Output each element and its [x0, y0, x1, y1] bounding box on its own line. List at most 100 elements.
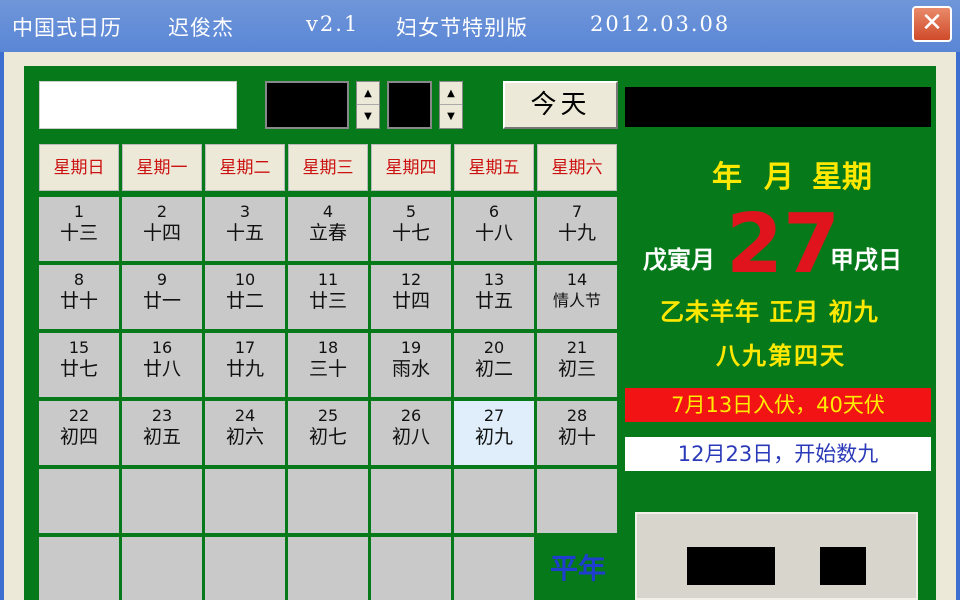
day-cell[interactable]: 8 廿十: [39, 265, 119, 329]
day-cell[interactable]: 27 初九: [454, 401, 534, 465]
lunar-day: 初三: [557, 358, 596, 380]
day-cell[interactable]: 18 三十: [288, 333, 368, 397]
day-number: 13: [483, 270, 505, 289]
shujiu-banner: 12月23日，开始数九: [625, 437, 931, 471]
edition-label: 妇女节特别版: [396, 16, 528, 40]
day-cell[interactable]: 4 立春: [288, 197, 368, 261]
day-number: 9: [156, 270, 168, 289]
day-cell[interactable]: 25 初七: [288, 401, 368, 465]
day-number: 11: [317, 270, 339, 289]
day-number: 1: [73, 202, 85, 221]
day-cell[interactable]: 5 十七: [371, 197, 451, 261]
year-spinner[interactable]: ▲ ▼: [356, 81, 380, 129]
day-number: 10: [234, 270, 256, 289]
empty-day-cell[interactable]: [288, 469, 368, 533]
weekday-header: 星期二: [205, 144, 285, 191]
month-spinner[interactable]: ▲ ▼: [439, 81, 463, 129]
year-up-arrow-icon[interactable]: ▲: [357, 82, 379, 105]
day-cell[interactable]: 16 廿八: [122, 333, 202, 397]
day-cell[interactable]: 20 初二: [454, 333, 534, 397]
day-cell[interactable]: 14 情人节: [537, 265, 617, 329]
empty-day-cell[interactable]: [454, 537, 534, 600]
weekday-label: 星期: [812, 160, 872, 195]
day-cell[interactable]: 1 十三: [39, 197, 119, 261]
empty-day-cell[interactable]: [454, 469, 534, 533]
empty-day-cell[interactable]: [122, 537, 202, 600]
lunar-day: 廿七: [59, 358, 98, 380]
month-up-arrow-icon[interactable]: ▲: [440, 82, 462, 105]
day-cell[interactable]: 26 初八: [371, 401, 451, 465]
day-number: 24: [234, 406, 256, 425]
day-cell[interactable]: 11 廿三: [288, 265, 368, 329]
day-number: 23: [151, 406, 173, 425]
year-input[interactable]: [265, 81, 349, 129]
close-icon: ✕: [921, 8, 943, 38]
day-cell[interactable]: 3 十五: [205, 197, 285, 261]
weekday-header: 星期五: [454, 144, 534, 191]
empty-day-cell[interactable]: [371, 469, 451, 533]
day-cell[interactable]: 24 初六: [205, 401, 285, 465]
day-cell[interactable]: 21 初三: [537, 333, 617, 397]
month-down-arrow-icon[interactable]: ▼: [440, 105, 462, 128]
lunar-day: 立春: [308, 222, 347, 244]
lunar-day: 廿二: [225, 290, 264, 312]
lunar-day: 十七: [391, 222, 430, 244]
empty-day-cell[interactable]: [122, 469, 202, 533]
day-number: 22: [68, 406, 90, 425]
date-header: 年 月 星期: [660, 152, 920, 195]
empty-day-cell[interactable]: [39, 469, 119, 533]
lunar-day: 初九: [474, 426, 513, 448]
day-cell[interactable]: 12 廿四: [371, 265, 451, 329]
today-button[interactable]: 今天: [503, 81, 618, 129]
empty-day-cell[interactable]: [39, 537, 119, 600]
big-day-number: 27: [726, 197, 841, 292]
lunar-day: 十八: [474, 222, 513, 244]
lunar-day: 廿四: [391, 290, 430, 312]
lunar-day: 十四: [142, 222, 181, 244]
day-cell[interactable]: 2 十四: [122, 197, 202, 261]
weekday-header: 星期一: [122, 144, 202, 191]
day-cell[interactable]: 13 廿五: [454, 265, 534, 329]
empty-day-cell[interactable]: [288, 537, 368, 600]
author-name: 迟俊杰: [168, 16, 234, 40]
clock-panel: [635, 512, 918, 600]
day-number: 25: [317, 406, 339, 425]
day-number: 14: [566, 270, 588, 289]
day-number: 7: [571, 202, 583, 221]
weekday-header: 星期日: [39, 144, 119, 191]
day-cell[interactable]: 28 初十: [537, 401, 617, 465]
year-down-arrow-icon[interactable]: ▼: [357, 105, 379, 128]
month-input[interactable]: [387, 81, 432, 129]
release-date: 2012.03.08: [590, 12, 731, 36]
day-cell[interactable]: 7 十九: [537, 197, 617, 261]
day-cell[interactable]: 9 廿一: [122, 265, 202, 329]
day-cell[interactable]: 6 十八: [454, 197, 534, 261]
empty-day-cell[interactable]: [205, 469, 285, 533]
day-number: 2: [156, 202, 168, 221]
version-label: v2.1: [306, 12, 360, 36]
empty-day-cell[interactable]: [205, 537, 285, 600]
day-cell[interactable]: 22 初四: [39, 401, 119, 465]
close-button[interactable]: ✕: [912, 6, 952, 42]
lunar-day: 廿九: [225, 358, 264, 380]
lunar-day: 廿十: [59, 290, 98, 312]
day-cell[interactable]: 19 雨水: [371, 333, 451, 397]
day-number: 28: [566, 406, 588, 425]
name-display-field[interactable]: [39, 81, 237, 129]
year-label: 年: [712, 160, 742, 195]
day-number: 3: [239, 202, 251, 221]
app-title: 中国式日历: [12, 16, 122, 40]
year-type-label: 平年: [549, 552, 606, 585]
day-number: 18: [317, 338, 339, 357]
day-cell[interactable]: 15 廿七: [39, 333, 119, 397]
weekday-header: 星期六: [537, 144, 617, 191]
empty-day-cell[interactable]: [371, 537, 451, 600]
day-cell[interactable]: 17 廿九: [205, 333, 285, 397]
day-ganzhi: 甲戌日: [830, 246, 902, 274]
empty-day-cell[interactable]: [537, 469, 617, 533]
day-number: 27: [483, 406, 505, 425]
lunar-day: 三十: [308, 358, 347, 380]
day-cell[interactable]: 10 廿二: [205, 265, 285, 329]
lunar-date: 乙未羊年 正月 初九: [660, 298, 879, 326]
day-cell[interactable]: 23 初五: [122, 401, 202, 465]
